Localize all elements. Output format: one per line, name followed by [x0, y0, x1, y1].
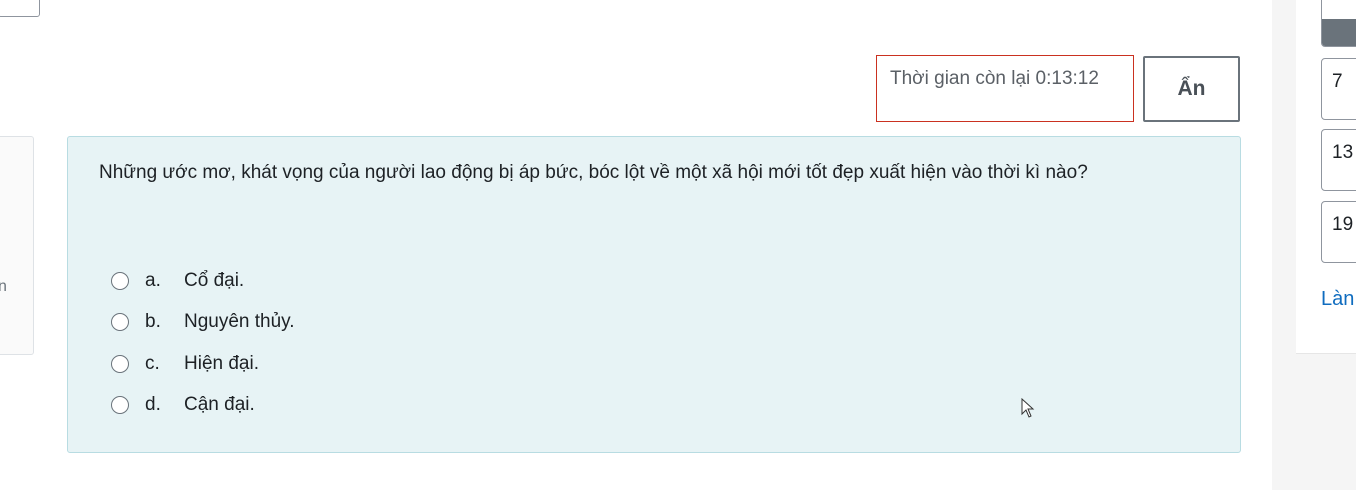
hide-timer-button[interactable]: Ẩn	[1143, 56, 1240, 122]
quiz-nav-link[interactable]: Làn	[1321, 288, 1354, 311]
radio-button[interactable]	[111, 313, 129, 332]
answer-text: Cổ đại.	[184, 269, 245, 291]
sidebar-lower-area	[1296, 354, 1356, 490]
radio-button[interactable]	[111, 271, 129, 290]
quiz-nav-button-13[interactable]: 13	[1321, 129, 1356, 191]
answer-option-c[interactable]: c. Hiện đại.	[111, 343, 295, 385]
quiz-nav-number: 1	[1322, 0, 1356, 17]
quiz-nav-button-1[interactable]: 1	[1321, 0, 1356, 47]
left-panel	[0, 136, 34, 355]
answer-letter: a.	[145, 269, 161, 291]
sidebar-divider	[1272, 0, 1296, 490]
answer-option-a[interactable]: a. Cổ đại.	[111, 260, 295, 302]
question-card: Những ước mơ, khát vọng của người lao độ…	[67, 136, 1241, 453]
left-panel-text: n	[0, 278, 7, 295]
mouse-cursor-icon	[1021, 398, 1035, 418]
timer-label: Thời gian còn lại 0:13:12	[890, 68, 1099, 89]
timer-display: Thời gian còn lại 0:13:12	[876, 55, 1134, 122]
question-text: Những ước mơ, khát vọng của người lao độ…	[99, 162, 1088, 183]
quiz-nav-button-19[interactable]: 19	[1321, 201, 1356, 263]
answer-letter: d.	[145, 394, 161, 416]
answer-text: Cận đại.	[184, 394, 255, 416]
answer-option-d[interactable]: d. Cận đại.	[111, 385, 295, 427]
answer-letter: c.	[145, 352, 160, 374]
answered-indicator	[1322, 19, 1356, 46]
answer-list: a. Cổ đại. b. Nguyên thủy. c. Hiện đại. …	[111, 260, 295, 426]
quiz-nav-button-7[interactable]: 7	[1321, 58, 1356, 120]
answer-option-b[interactable]: b. Nguyên thủy.	[111, 302, 295, 344]
radio-button[interactable]	[111, 396, 129, 415]
radio-button[interactable]	[111, 354, 129, 373]
answer-text: Nguyên thủy.	[184, 311, 295, 333]
top-left-box[interactable]	[0, 0, 40, 17]
answer-text: Hiện đại.	[184, 352, 259, 374]
answer-letter: b.	[145, 311, 161, 333]
